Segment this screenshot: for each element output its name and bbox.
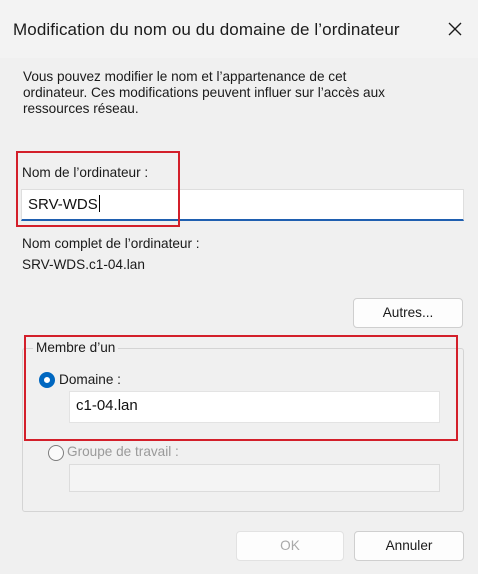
computer-name-label: Nom de l’ordinateur :	[22, 165, 149, 180]
computer-name-value: SRV-WDS	[28, 196, 98, 213]
workgroup-label: Groupe de travail :	[67, 444, 179, 459]
description-line: ordinateur. Ces modifications peuvent in…	[23, 85, 385, 100]
description-text: Vous pouvez modifier le nom et l’apparte…	[23, 69, 463, 117]
more-button[interactable]: Autres...	[353, 298, 463, 328]
cancel-button[interactable]: Annuler	[354, 531, 464, 561]
dialog-title: Modification du nom ou du domaine de l’o…	[13, 20, 400, 39]
domain-label: Domaine :	[59, 372, 121, 387]
ok-button[interactable]: OK	[236, 531, 344, 561]
title-bar: Modification du nom ou du domaine de l’o…	[0, 0, 478, 58]
full-name-value: SRV-WDS.c1-04.lan	[22, 257, 145, 272]
text-caret	[98, 195, 100, 212]
workgroup-radio[interactable]	[48, 445, 64, 461]
description-line: Vous pouvez modifier le nom et l’apparte…	[23, 69, 347, 84]
full-name-label: Nom complet de l’ordinateur :	[22, 236, 200, 251]
workgroup-input[interactable]	[69, 464, 440, 492]
description-line: ressources réseau.	[23, 101, 139, 116]
close-button[interactable]	[440, 14, 470, 44]
computer-name-dialog: Modification du nom ou du domaine de l’o…	[0, 0, 478, 574]
domain-input[interactable]: c1-04.lan	[69, 391, 440, 423]
domain-value: c1-04.lan	[76, 397, 138, 414]
close-icon	[448, 22, 462, 36]
domain-radio[interactable]	[39, 372, 55, 388]
computer-name-input[interactable]: SRV-WDS	[21, 189, 464, 221]
member-of-legend: Membre d’un	[33, 340, 119, 355]
